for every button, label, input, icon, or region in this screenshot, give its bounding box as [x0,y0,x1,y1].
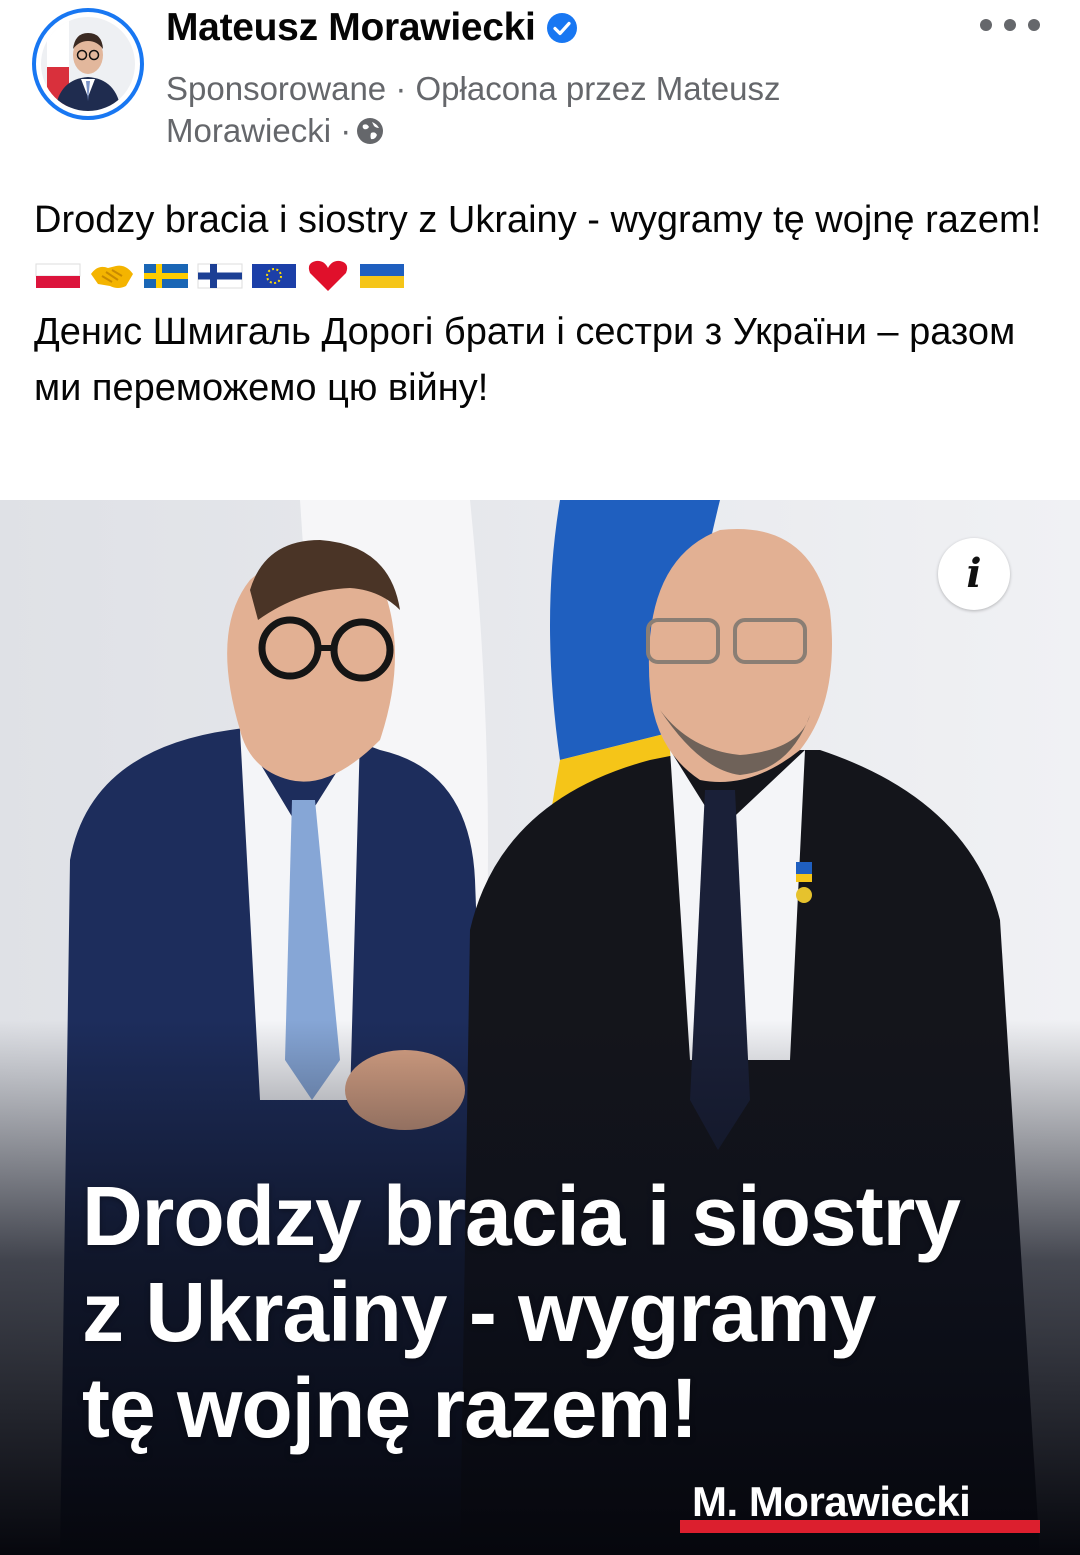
post-text-polish: Drodzy bracia i siostry z Ukrainy - wygr… [34,199,1042,241]
headline-line-1: Drodzy bracia i siostry [82,1169,961,1263]
eu-flag-icon [252,264,296,288]
finland-flag-icon [197,263,243,289]
info-button[interactable]: i [938,538,1010,610]
headline-line-3: tę wojnę razem! [82,1361,698,1455]
avatar[interactable] [32,8,144,120]
post-text: Drodzy bracia i siostry z Ukrainy - wygr… [34,192,1054,416]
red-heart-icon [308,260,348,291]
more-dot-icon [1004,19,1016,31]
emoji-row [34,248,1054,304]
post-meta: Sponsorowane · Opłacona przez Mateusz Mo… [166,68,926,152]
globe-icon[interactable] [355,116,385,146]
post-text-ukrainian: Денис Шмигаль Дорогі брати і сестри з Ук… [34,311,1016,409]
sponsored-label[interactable]: Sponsorowane · Opłacona przez Mateusz [166,68,926,110]
author-name[interactable]: Mateusz Morawiecki [166,6,536,50]
more-dot-icon [1028,19,1040,31]
sponsor-name: Morawiecki · [166,112,352,149]
info-icon: i [966,550,982,597]
ukraine-flag-icon [360,264,404,288]
headline-line-2: z Ukrainy - wygramy [82,1265,876,1359]
handshake-icon [91,265,133,288]
poland-flag-icon [35,263,81,288]
image-headline: Drodzy bracia i siostry z Ukrainy - wygr… [82,1168,1042,1456]
more-options-button[interactable] [980,10,1040,40]
verified-badge-icon [546,13,577,43]
sweden-flag-icon [144,264,188,288]
signature: M. Morawiecki [692,1478,971,1525]
avatar-photo [41,17,135,111]
sponsored-label-continued: Morawiecki · [166,110,926,152]
more-dot-icon [980,19,992,31]
